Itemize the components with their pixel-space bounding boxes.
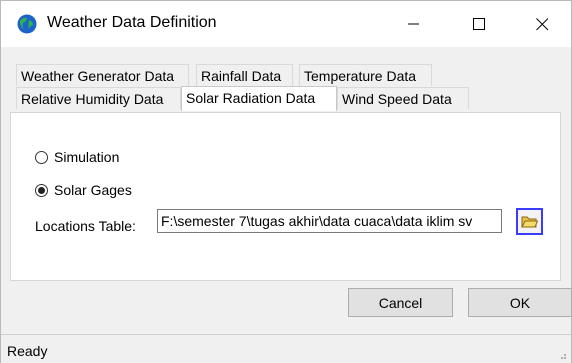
tab-relative-humidity-data[interactable]: Relative Humidity Data	[16, 87, 181, 109]
maximize-button[interactable]	[451, 1, 507, 47]
locations-table-label: Locations Table:	[35, 218, 136, 234]
status-bar: Ready	[1, 334, 571, 363]
tab-strip: Weather Generator Data Rainfall Data Tem…	[1, 47, 571, 117]
tab-wind-speed-data[interactable]: Wind Speed Data	[337, 87, 469, 109]
title-bar[interactable]: Weather Data Definition	[1, 1, 571, 47]
browse-button[interactable]	[516, 208, 543, 235]
solar-gages-radio[interactable]	[35, 183, 48, 197]
tab-solar-radiation-data[interactable]: Solar Radiation Data	[181, 86, 337, 111]
maximize-icon	[472, 17, 485, 30]
status-text: Ready	[7, 343, 48, 359]
minimize-button[interactable]	[386, 1, 442, 47]
minimize-icon	[408, 23, 419, 25]
tab-weather-generator-data[interactable]: Weather Generator Data	[16, 64, 189, 86]
simulation-radio[interactable]	[35, 150, 48, 164]
simulation-label: Simulation	[54, 149, 120, 165]
locations-table-input[interactable]	[157, 209, 502, 233]
weather-data-definition-window: Weather Data Definition Weather Generato…	[0, 0, 572, 363]
close-icon	[535, 17, 548, 30]
tab-temperature-data[interactable]: Temperature Data	[299, 64, 432, 86]
tab-rainfall-data[interactable]: Rainfall Data	[196, 64, 293, 86]
ok-button[interactable]: OK	[468, 288, 572, 317]
simulation-option[interactable]: Simulation	[35, 149, 119, 165]
cancel-button[interactable]: Cancel	[348, 288, 453, 317]
folder-icon	[521, 216, 538, 228]
window-title: Weather Data Definition	[47, 14, 217, 31]
globe-icon	[17, 14, 37, 34]
resize-grip-icon[interactable]	[557, 350, 567, 360]
solar-gages-option[interactable]: Solar Gages	[35, 182, 132, 198]
solar-radiation-panel: Simulation Solar Gages Locations Table:	[10, 112, 561, 281]
solar-gages-label: Solar Gages	[54, 182, 132, 198]
close-button[interactable]	[514, 1, 570, 47]
